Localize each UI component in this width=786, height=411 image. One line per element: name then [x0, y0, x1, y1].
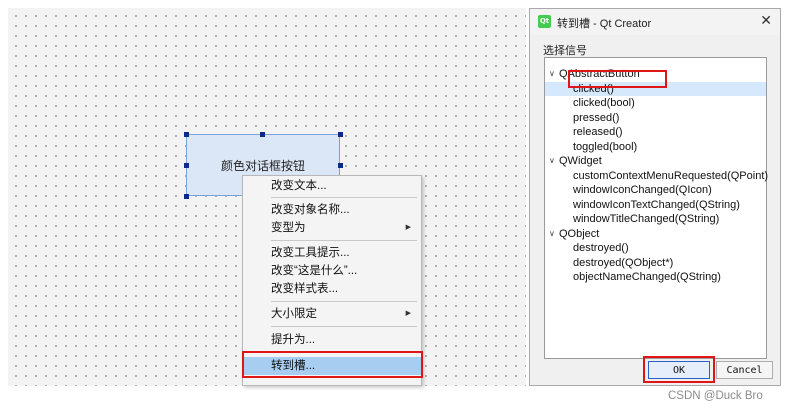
tree-signal-destroyed[interactable]: destroyed() — [545, 241, 766, 256]
resize-handle-top-right[interactable] — [338, 132, 343, 137]
tree-signal-toggled[interactable]: toggled(bool) — [545, 140, 766, 155]
select-signal-label: 选择信号 — [543, 45, 587, 57]
push-button-label: 颜色对话框按钮 — [220, 158, 305, 173]
menu-item-change-tooltip[interactable]: 改变工具提示... — [243, 244, 421, 262]
qt-creator-logo-icon: Qt — [538, 15, 551, 28]
dialog-title: 转到槽 - Qt Creator — [557, 18, 652, 30]
go-to-slot-dialog: Qt 转到槽 - Qt Creator ✕ 选择信号 ∨ QAbstractBu… — [529, 8, 781, 386]
menu-item-size-constraints[interactable]: 大小限定 ▶ — [243, 305, 421, 323]
csdn-watermark: CSDN @Duck Bro — [668, 390, 763, 402]
menu-item-change-object-name[interactable]: 改变对象名称... — [243, 201, 421, 219]
submenu-arrow-icon: ▶ — [405, 224, 411, 231]
highlight-box-ok-button — [643, 356, 715, 383]
menu-item-promote-to[interactable]: 提升为... — [243, 331, 421, 349]
expand-chevron-icon[interactable]: ∨ — [549, 67, 555, 82]
menu-separator — [271, 240, 417, 241]
submenu-arrow-icon: ▶ — [405, 310, 411, 317]
tree-signal-clicked-bool[interactable]: clicked(bool) — [545, 96, 766, 111]
expand-chevron-icon[interactable]: ∨ — [549, 154, 555, 169]
cancel-button[interactable]: Cancel — [716, 361, 773, 379]
menu-item-change-text[interactable]: 改变文本... — [243, 177, 421, 195]
menu-item-morph-into[interactable]: 变型为 ▶ — [243, 219, 421, 237]
highlight-box-clicked-signal — [568, 70, 667, 88]
resize-handle-top-center[interactable] — [260, 132, 265, 137]
close-icon[interactable]: ✕ — [760, 12, 772, 29]
tree-signal-window-icon-changed[interactable]: windowIconChanged(QIcon) — [545, 183, 766, 198]
menu-item-change-stylesheet[interactable]: 改变样式表... — [243, 280, 421, 298]
menu-item-change-whats-this[interactable]: 改变“这是什么”... — [243, 262, 421, 280]
tree-signal-released[interactable]: released() — [545, 125, 766, 140]
menu-separator — [271, 326, 417, 327]
resize-handle-mid-left[interactable] — [184, 163, 189, 168]
tree-class-qwidget[interactable]: ∨ QWidget — [545, 154, 766, 169]
resize-handle-mid-right[interactable] — [338, 163, 343, 168]
menu-separator — [271, 197, 417, 198]
tree-signal-object-name-changed[interactable]: objectNameChanged(QString) — [545, 270, 766, 285]
tree-signal-pressed[interactable]: pressed() — [545, 111, 766, 126]
tree-class-qobject[interactable]: ∨ QObject — [545, 227, 766, 242]
tree-signal-window-title-changed[interactable]: windowTitleChanged(QString) — [545, 212, 766, 227]
dialog-titlebar: Qt 转到槽 - Qt Creator ✕ — [530, 9, 780, 35]
tree-signal-custom-context-menu[interactable]: customContextMenuRequested(QPoint) — [545, 169, 768, 184]
tree-signal-destroyed-qobject[interactable]: destroyed(QObject*) — [545, 256, 766, 271]
highlight-box-go-to-slot — [242, 351, 423, 378]
resize-handle-top-left[interactable] — [184, 132, 189, 137]
menu-separator — [271, 301, 417, 302]
expand-chevron-icon[interactable]: ∨ — [549, 227, 555, 242]
resize-handle-bottom-left[interactable] — [184, 194, 189, 199]
signal-tree[interactable]: ∨ QAbstractButton clicked() clicked(bool… — [544, 57, 768, 359]
tree-signal-window-icon-text-changed[interactable]: windowIconTextChanged(QString) — [545, 198, 766, 213]
